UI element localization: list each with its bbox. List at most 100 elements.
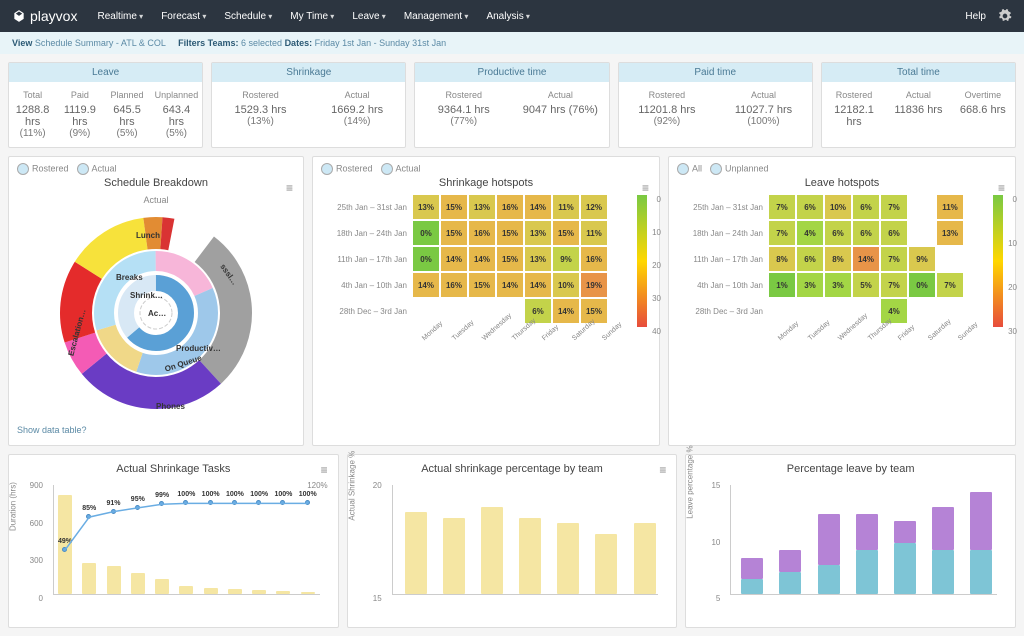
heatmap-cell[interactable]: 9% <box>909 247 935 271</box>
heatmap-cell[interactable]: 14% <box>525 195 551 219</box>
heatmap-cell[interactable]: 6% <box>797 195 823 219</box>
heatmap-cell[interactable]: 13% <box>525 247 551 271</box>
heatmap-cell[interactable]: 15% <box>441 221 467 245</box>
toggle-unplanned[interactable]: Unplanned <box>710 163 769 175</box>
heatmap-cell[interactable]: 15% <box>497 247 523 271</box>
heatmap-cell[interactable]: 9% <box>553 247 579 271</box>
heatmap-cell[interactable]: 15% <box>581 299 607 323</box>
heatmap-cell[interactable]: 7% <box>881 247 907 271</box>
nav-schedule[interactable]: Schedule <box>224 11 272 22</box>
heatmap-cell[interactable]: 7% <box>769 221 795 245</box>
heatmap-cell[interactable]: 13% <box>413 195 439 219</box>
bar[interactable] <box>519 518 541 594</box>
nav-forecast[interactable]: Forecast <box>161 11 206 22</box>
heatmap-cell[interactable]: 16% <box>581 247 607 271</box>
heatmap-cell[interactable]: 15% <box>469 273 495 297</box>
heatmap-cell[interactable]: 16% <box>497 195 523 219</box>
toggle-rostered[interactable]: Rostered <box>321 163 373 175</box>
heatmap-cell[interactable] <box>769 299 795 323</box>
bar-stack-b[interactable] <box>932 507 954 551</box>
heatmap-cell[interactable]: 11% <box>937 195 963 219</box>
heatmap-cell[interactable] <box>825 299 851 323</box>
heatmap-cell[interactable]: 10% <box>825 195 851 219</box>
heatmap-cell[interactable]: 15% <box>497 221 523 245</box>
bar-stack-a[interactable] <box>856 550 878 594</box>
heatmap-cell[interactable]: 16% <box>441 273 467 297</box>
bar-stack-b[interactable] <box>779 550 801 572</box>
bar-stack-a[interactable] <box>741 579 763 594</box>
toggle-rostered[interactable]: Rostered <box>17 163 69 175</box>
view-value[interactable]: Schedule Summary - ATL & COL <box>35 38 166 48</box>
heatmap-cell[interactable] <box>469 299 495 323</box>
heatmap-cell[interactable]: 14% <box>553 299 579 323</box>
heatmap-cell[interactable]: 8% <box>825 247 851 271</box>
heatmap-cell[interactable]: 8% <box>769 247 795 271</box>
heatmap-cell[interactable]: 3% <box>797 273 823 297</box>
heatmap-cell[interactable] <box>797 299 823 323</box>
heatmap-cell[interactable]: 15% <box>441 195 467 219</box>
heatmap-cell[interactable] <box>909 299 935 323</box>
heatmap-cell[interactable] <box>441 299 467 323</box>
bar-stack-a[interactable] <box>818 565 840 594</box>
bar[interactable] <box>481 507 503 594</box>
bar-stack-b[interactable] <box>741 558 763 580</box>
nav-help[interactable]: Help <box>965 11 986 22</box>
heatmap-cell[interactable]: 14% <box>853 247 879 271</box>
heatmap-cell[interactable]: 19% <box>581 273 607 297</box>
menu-icon[interactable]: ≡ <box>659 463 666 477</box>
bar-stack-a[interactable] <box>894 543 916 594</box>
menu-icon[interactable]: ≡ <box>286 181 293 195</box>
heatmap-cell[interactable]: 7% <box>881 273 907 297</box>
heatmap-cell[interactable] <box>937 247 963 271</box>
heatmap-cell[interactable]: 13% <box>525 221 551 245</box>
nav-mytime[interactable]: My Time <box>290 11 334 22</box>
bar[interactable] <box>405 512 427 594</box>
heatmap-cell[interactable]: 7% <box>881 195 907 219</box>
heatmap-cell[interactable]: 0% <box>909 273 935 297</box>
heatmap-cell[interactable]: 6% <box>853 221 879 245</box>
dates-value[interactable]: Friday 1st Jan - Sunday 31st Jan <box>315 38 447 48</box>
leave-hot-toggle[interactable]: All Unplanned <box>677 163 1007 175</box>
heatmap-cell[interactable]: 10% <box>553 273 579 297</box>
bar-stack-b[interactable] <box>970 492 992 550</box>
heatmap-cell[interactable]: 6% <box>797 247 823 271</box>
heatmap-cell[interactable]: 13% <box>937 221 963 245</box>
nav-realtime[interactable]: Realtime <box>97 11 143 22</box>
menu-icon[interactable]: ≡ <box>321 463 328 477</box>
nav-management[interactable]: Management <box>404 11 469 22</box>
heatmap-cell[interactable]: 14% <box>497 273 523 297</box>
bar-stack-b[interactable] <box>856 514 878 550</box>
gear-icon[interactable] <box>998 9 1012 23</box>
toggle-actual[interactable]: Actual <box>381 163 421 175</box>
heatmap-cell[interactable]: 14% <box>413 273 439 297</box>
menu-icon[interactable]: ≡ <box>998 181 1005 195</box>
heatmap-cell[interactable]: 1% <box>769 273 795 297</box>
heatmap-cell[interactable] <box>909 221 935 245</box>
heatmap-cell[interactable] <box>937 299 963 323</box>
bar[interactable] <box>557 523 579 594</box>
heatmap-cell[interactable]: 16% <box>469 221 495 245</box>
heatmap-cell[interactable]: 3% <box>825 273 851 297</box>
heatmap-cell[interactable]: 15% <box>553 221 579 245</box>
heatmap-cell[interactable]: 14% <box>441 247 467 271</box>
bar[interactable] <box>634 523 656 594</box>
show-data-table[interactable]: Show data table? <box>17 421 295 439</box>
heatmap-cell[interactable]: 5% <box>853 273 879 297</box>
heatmap-cell[interactable]: 7% <box>937 273 963 297</box>
heatmap-cell[interactable]: 6% <box>825 221 851 245</box>
bar[interactable] <box>443 518 465 594</box>
menu-icon[interactable]: ≡ <box>642 181 649 195</box>
heatmap-cell[interactable]: 7% <box>769 195 795 219</box>
heatmap-cell[interactable]: 12% <box>581 195 607 219</box>
bar-stack-a[interactable] <box>970 550 992 594</box>
breakdown-toggle[interactable]: Rostered Actual <box>17 163 295 175</box>
toggle-actual[interactable]: Actual <box>77 163 117 175</box>
nav-leave[interactable]: Leave <box>352 11 386 22</box>
heatmap-cell[interactable]: 13% <box>469 195 495 219</box>
teams-value[interactable]: 6 selected <box>241 38 282 48</box>
heatmap-cell[interactable]: 4% <box>797 221 823 245</box>
heatmap-cell[interactable]: 11% <box>581 221 607 245</box>
toggle-all[interactable]: All <box>677 163 702 175</box>
nav-analysis[interactable]: Analysis <box>486 11 530 22</box>
heatmap-cell[interactable]: 11% <box>553 195 579 219</box>
